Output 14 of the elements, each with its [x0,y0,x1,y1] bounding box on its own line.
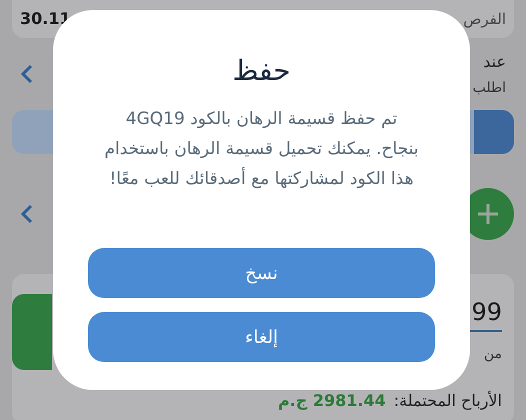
balance-label: الفرص [463,8,506,30]
request-text: اطلب [472,78,506,98]
dialog-button[interactable]: نسخ [88,248,435,298]
plus-icon [477,203,499,225]
dialog-title: حفظ [232,53,291,89]
chevron-left-icon[interactable] [20,204,34,224]
dialog-button[interactable]: إلغاء [88,312,435,362]
dialog-message: تم حفظ قسيمة الرهان بالكود 4GQ19 بنجاح. يمكنك تحميل قسيمة الرهان باستخدام هذا الكود لمشاركتها مع أصدقائك للعب معًا! [103,108,420,191]
potential-label: الأرباح المحتملة: [394,390,502,412]
from-text: من [482,345,502,364]
bet-button[interactable] [12,294,52,370]
notice-text: عند [482,50,506,72]
potential-value: 2981.44 ج.م [278,390,386,412]
chevron-left-icon[interactable] [20,64,34,84]
